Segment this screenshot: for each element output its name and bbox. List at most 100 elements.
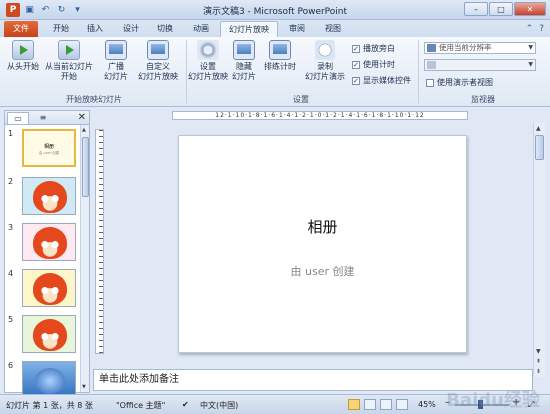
- minimize-button[interactable]: –: [464, 2, 488, 16]
- normal-view-icon[interactable]: [348, 399, 360, 410]
- hide-slide-button[interactable]: 隐藏 幻灯片: [230, 40, 258, 82]
- record-slideshow-button[interactable]: 录制 幻灯片演示: [302, 40, 348, 82]
- checkbox-checked[interactable]: ✓: [352, 44, 360, 53]
- setup-slideshow-button[interactable]: 设置 幻灯片放映: [188, 40, 228, 82]
- custom-slideshow-label: 自定义: [146, 62, 170, 71]
- spellcheck-icon[interactable]: ✔: [182, 400, 189, 409]
- hide-slide-label-2: 幻灯片: [232, 72, 256, 81]
- scroll-up-icon[interactable]: ▲: [536, 125, 541, 132]
- tab-animations[interactable]: 动画: [186, 21, 216, 37]
- zoom-level[interactable]: 45%: [418, 400, 436, 409]
- main-area: ▭ ≡ ✕ 1 相册 由 user 创建 2 3 4 5 6 ▲ ▼ 12·1·…: [0, 107, 550, 399]
- previous-slide-icon[interactable]: ⇞: [536, 358, 541, 365]
- from-current-label-2: 开始: [61, 72, 77, 81]
- tab-transitions[interactable]: 切换: [150, 21, 180, 37]
- title-bar: P ▣ ↶ ↻ ▾ 演示文稿3 - Microsoft PowerPoint –…: [0, 0, 550, 20]
- play-icon: [12, 40, 34, 60]
- custom-slideshow-button[interactable]: 自定义 幻灯片放映: [134, 40, 182, 82]
- tab-home[interactable]: 开始: [46, 21, 76, 37]
- broadcast-label-2: 幻灯片: [104, 72, 128, 81]
- thumbnail-image[interactable]: [22, 269, 76, 307]
- scroll-up-icon[interactable]: ▲: [82, 127, 86, 133]
- scroll-down-icon[interactable]: ▼: [82, 384, 86, 390]
- from-beginning-label: 从头开始: [7, 62, 39, 71]
- slides-panel: ▭ ≡ ✕ 1 相册 由 user 创建 2 3 4 5 6 ▲ ▼: [4, 110, 90, 399]
- thumbnail-image[interactable]: [22, 315, 76, 353]
- custom-slideshow-icon: [147, 40, 169, 60]
- help-icon[interactable]: ?: [539, 24, 544, 34]
- setup-group-label: 设置: [293, 95, 309, 104]
- setup-label-2: 幻灯片放映: [188, 72, 228, 81]
- slide-thumbnail-1[interactable]: 1 相册 由 user 创建: [5, 129, 81, 171]
- close-button[interactable]: ✕: [514, 2, 546, 16]
- slide-sorter-icon[interactable]: [364, 399, 376, 410]
- monitor-icon: [427, 44, 436, 52]
- setup-label: 设置: [200, 62, 216, 71]
- vertical-ruler: [95, 129, 104, 354]
- slide-thumbnail-3[interactable]: 3: [5, 223, 81, 265]
- reading-view-icon[interactable]: [380, 399, 392, 410]
- show-on-dropdown[interactable]: ▼: [424, 59, 536, 71]
- next-slide-icon[interactable]: ⇟: [536, 368, 541, 375]
- slide-number: 4: [8, 269, 14, 278]
- outline-tab[interactable]: ≡: [32, 112, 54, 124]
- from-current-button[interactable]: 从当前幻灯片 开始: [44, 40, 94, 82]
- play-narration-label: 播放旁白: [363, 44, 395, 53]
- tab-slideshow[interactable]: 幻灯片放映: [220, 21, 278, 37]
- panel-scrollbar[interactable]: ▲ ▼: [80, 125, 89, 392]
- play-narration-checkbox[interactable]: ✓ 播放旁白: [352, 43, 395, 54]
- start-group-label: 开始放映幻灯片: [66, 95, 122, 104]
- status-bar: 幻灯片 第 1 张，共 8 张 "Office 主题" ✔ 中文(中国) 45%…: [0, 390, 550, 414]
- window-controls: – □ ✕: [464, 2, 546, 16]
- ribbon-tabs: 文件 开始 插入 设计 切换 动画 幻灯片放映 审阅 视图 ⌃ ?: [0, 20, 550, 37]
- scrollbar-thumb[interactable]: [535, 135, 544, 160]
- slide-subtitle[interactable]: 由 user 创建: [179, 263, 466, 279]
- scrollbar-thumb[interactable]: [82, 137, 89, 197]
- slideshow-view-icon[interactable]: [396, 399, 408, 410]
- monitor-group-label: 监视器: [471, 95, 495, 104]
- checkbox-checked[interactable]: ✓: [352, 76, 360, 85]
- editor-scrollbar[interactable]: ▲ ▼ ⇞ ⇟: [533, 123, 545, 377]
- rehearse-icon: [269, 40, 291, 60]
- presenter-view-checkbox[interactable]: 使用演示者视图: [426, 77, 493, 88]
- show-media-controls-checkbox[interactable]: ✓ 显示媒体控件: [352, 75, 411, 86]
- resolution-dropdown[interactable]: 使用当前分辨率 ▼: [424, 42, 536, 54]
- tab-view[interactable]: 视图: [318, 21, 348, 37]
- slide-thumbnail-2[interactable]: 2: [5, 177, 81, 219]
- slide-number: 6: [8, 361, 14, 370]
- scroll-down-icon[interactable]: ▼: [536, 348, 541, 355]
- fox-cartoon-image: [33, 319, 67, 351]
- slides-tab[interactable]: ▭: [7, 112, 29, 124]
- chevron-down-icon: ▼: [528, 61, 533, 68]
- tab-insert[interactable]: 插入: [80, 21, 110, 37]
- tab-review[interactable]: 审阅: [282, 21, 312, 37]
- maximize-button[interactable]: □: [489, 2, 513, 16]
- setup-icon: [197, 40, 219, 60]
- thumbnail-subtitle: 由 user 创建: [38, 151, 60, 155]
- checkbox-checked[interactable]: ✓: [352, 60, 360, 69]
- hide-slide-icon: [233, 40, 255, 60]
- slide-canvas[interactable]: 相册 由 user 创建: [178, 135, 467, 353]
- thumbnail-image[interactable]: 相册 由 user 创建: [22, 129, 76, 167]
- show-media-label: 显示媒体控件: [363, 76, 411, 85]
- language[interactable]: 中文(中国): [200, 400, 238, 411]
- tab-file[interactable]: 文件: [4, 21, 38, 37]
- custom-slideshow-label-2: 幻灯片放映: [138, 72, 178, 81]
- broadcast-button[interactable]: 广播 幻灯片: [101, 40, 131, 82]
- slide-thumbnail-4[interactable]: 4: [5, 269, 81, 311]
- rehearse-timings-button[interactable]: 排练计时: [262, 40, 298, 72]
- thumbnail-title: 相册: [43, 144, 54, 150]
- use-timings-checkbox[interactable]: ✓ 使用计时: [352, 59, 395, 70]
- checkbox-unchecked[interactable]: [426, 78, 434, 87]
- slide-thumbnail-5[interactable]: 5: [5, 315, 81, 357]
- minimize-ribbon-icon[interactable]: ⌃: [526, 24, 534, 34]
- panel-tabs: ▭ ≡ ✕: [5, 111, 89, 125]
- slide-title[interactable]: 相册: [179, 216, 466, 237]
- tab-design[interactable]: 设计: [116, 21, 146, 37]
- thumbnail-image[interactable]: [22, 177, 76, 215]
- from-beginning-button[interactable]: 从头开始: [6, 40, 40, 72]
- fox-cartoon-image: [33, 227, 67, 259]
- close-panel-icon[interactable]: ✕: [78, 112, 86, 123]
- thumbnail-image[interactable]: [22, 223, 76, 261]
- monitor-icon: [427, 61, 436, 69]
